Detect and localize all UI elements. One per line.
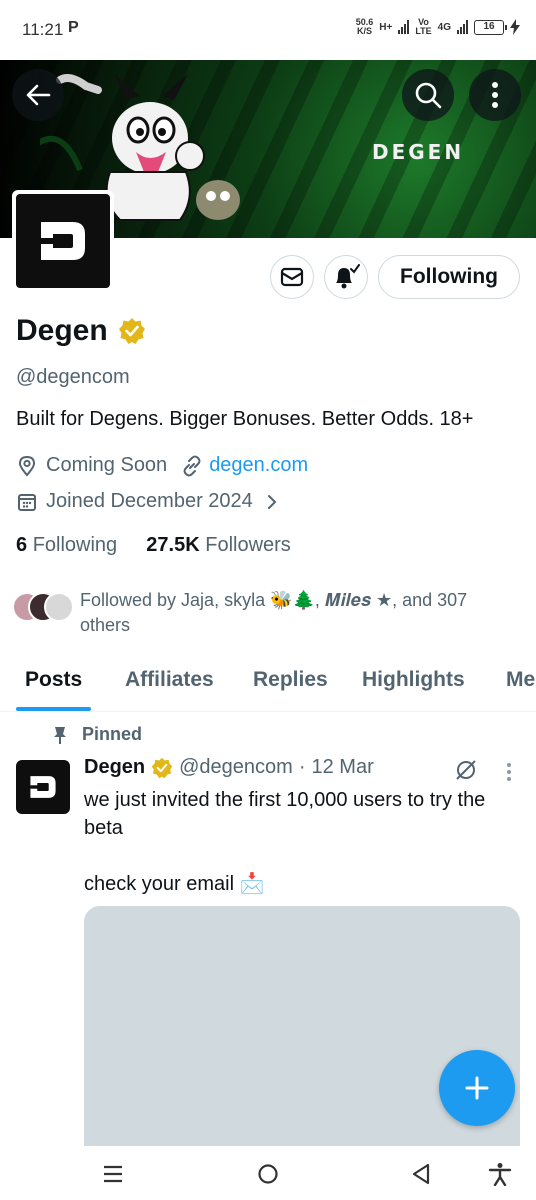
search-button[interactable] (402, 69, 454, 121)
degen-d-logo-icon (30, 776, 56, 798)
follower-avatars (12, 588, 78, 624)
carrier-notification-icon: P (68, 19, 79, 36)
follower-avatar (44, 592, 74, 622)
pin-icon (54, 726, 66, 744)
profile-handle: @degencom (16, 366, 130, 388)
post-text: we just invited the first 10,000 users t… (84, 786, 524, 926)
active-tab-indicator (16, 707, 91, 711)
profile-website-link[interactable]: degen.com (209, 454, 308, 477)
profile-avatar[interactable] (12, 190, 114, 292)
chevron-right-icon (267, 494, 277, 509)
tab-replies[interactable]: Replies (253, 668, 328, 692)
followed-by-text: Followed by Jaja, skyla 🐝🌲, 𝑴𝒊𝒍𝒆𝒔 ★, and… (80, 590, 468, 635)
followers-label: Followers (205, 534, 291, 556)
envelope-icon (280, 267, 304, 287)
degen-logo (16, 194, 110, 288)
volte-indicator: Vo LTE (415, 18, 431, 36)
more-vertical-icon (492, 82, 498, 108)
accessibility-icon (488, 1163, 512, 1186)
message-button[interactable] (270, 255, 314, 299)
following-button[interactable]: Following (378, 255, 520, 299)
network-speed: 50.6 K/S (356, 18, 374, 36)
network-speed-unit: K/S (356, 26, 372, 36)
recent-apps-button[interactable] (99, 1160, 127, 1188)
profile-name-row: Degen (16, 314, 146, 348)
bell-check-icon (336, 264, 360, 289)
followers-count-link[interactable]: 27.5K Followers (146, 534, 291, 556)
arrow-left-icon (26, 84, 51, 106)
status-bar: 11:21 P 50.6 K/S H+ Vo LTE 4G 16 (0, 0, 536, 60)
profile-joined-row[interactable]: Joined December 2024 (16, 490, 279, 513)
accessibility-button[interactable] (486, 1160, 514, 1188)
search-icon (415, 82, 442, 109)
profile-joined-date: Joined December 2024 (46, 490, 253, 512)
tab-posts[interactable]: Posts (25, 668, 82, 692)
post-author-avatar[interactable] (16, 760, 70, 814)
post-text-line: we just invited the first 10,000 users t… (84, 789, 486, 839)
pinned-label: Pinned (82, 724, 143, 744)
back-nav-button[interactable] (407, 1160, 435, 1188)
following-count-link[interactable]: 6 Following (16, 534, 117, 556)
following-label: Following (32, 534, 118, 556)
following-count: 6 (16, 534, 28, 556)
profile-bio: Built for Degens. Bigger Bonuses. Better… (16, 408, 474, 430)
calendar-icon (18, 493, 36, 511)
back-button[interactable] (12, 69, 64, 121)
post-date: 12 Mar (311, 756, 374, 778)
more-options-button[interactable] (469, 69, 521, 121)
degen-d-logo-icon (41, 222, 85, 260)
network-type-4g: 4G (437, 21, 451, 33)
followed-by-section[interactable]: Followed by Jaja, skyla 🐝🌲, 𝑴𝒊𝒍𝒆𝒔 ★, and… (12, 588, 512, 638)
post-author-handle: @degencom (179, 756, 293, 778)
post-more-icon[interactable] (505, 762, 513, 782)
home-button[interactable] (254, 1160, 282, 1188)
profile-tabs: Posts Affiliates Replies Highlights Me (0, 660, 536, 712)
pinned-indicator: Pinned (52, 724, 142, 745)
volte-bottom: LTE (415, 26, 432, 36)
link-icon (183, 455, 201, 476)
banner-brand-logo: DEGEN (372, 140, 465, 164)
status-time: 11:21 (22, 20, 64, 39)
tab-media[interactable]: Me (506, 668, 535, 692)
post-separator: · (298, 756, 306, 778)
charging-bolt-icon (510, 19, 520, 35)
signal-bars-2-icon (457, 20, 468, 34)
tab-highlights[interactable]: Highlights (362, 668, 465, 692)
follow-counts: 6 Following 27.5K Followers (16, 534, 291, 557)
signal-bars-icon (398, 20, 410, 34)
post-header: Degen @degencom · 12 Mar (84, 756, 374, 779)
menu-lines-icon (104, 1165, 122, 1183)
compose-post-button[interactable] (439, 1050, 515, 1126)
home-circle-icon (258, 1164, 278, 1184)
grok-icon[interactable] (454, 758, 478, 782)
profile-name: Degen (16, 314, 108, 347)
back-triangle-icon (412, 1163, 430, 1185)
verified-badge-icon[interactable] (118, 317, 146, 345)
post-text-line: check your email 📩 (84, 873, 265, 895)
battery-icon: 16 (474, 19, 507, 35)
system-navigation-bar (0, 1146, 536, 1200)
network-type-hplus: H+ (379, 21, 393, 33)
verified-badge-icon (151, 757, 173, 778)
profile-location: Coming Soon (46, 454, 168, 476)
post-author-name[interactable]: Degen (84, 756, 145, 779)
profile-meta-row: Coming Soon degen.com (16, 454, 308, 477)
post-media-image[interactable] (84, 906, 520, 1166)
plus-icon (465, 1076, 489, 1100)
followers-count: 27.5K (146, 534, 200, 556)
notifications-button[interactable] (324, 255, 368, 299)
location-pin-icon (18, 455, 36, 477)
tab-affiliates[interactable]: Affiliates (125, 668, 214, 692)
status-indicators: 50.6 K/S H+ Vo LTE 4G 16 (356, 18, 520, 36)
